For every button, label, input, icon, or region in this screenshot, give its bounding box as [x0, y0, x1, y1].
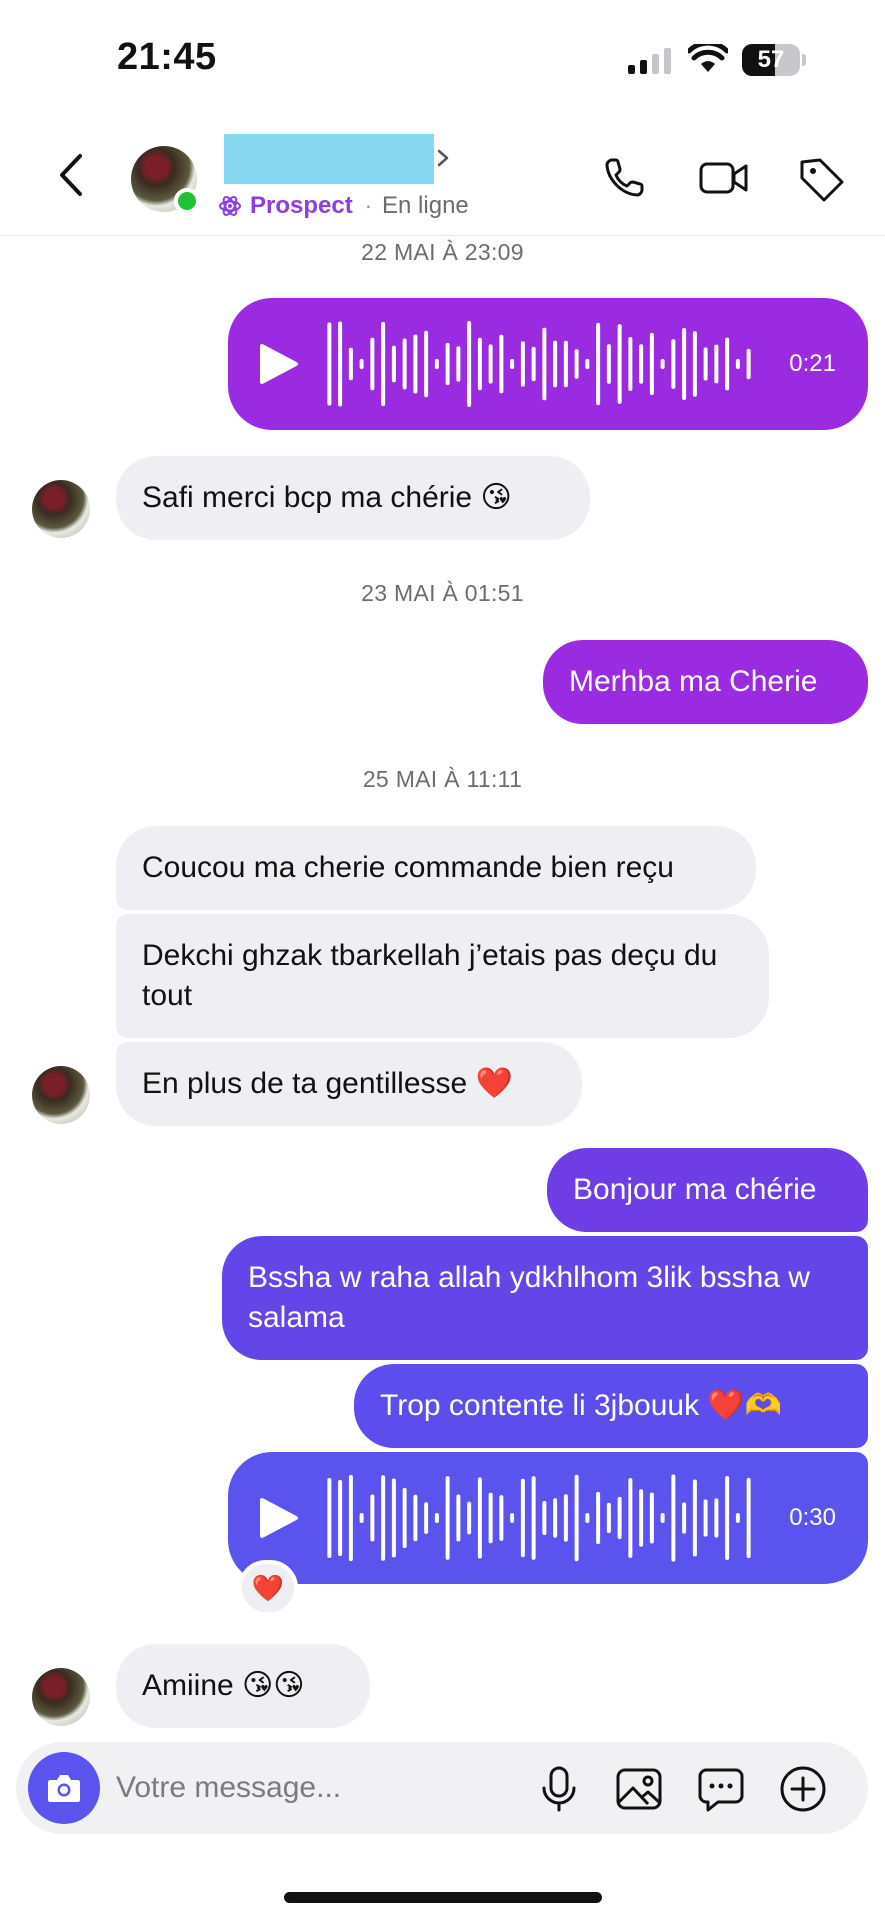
voice-message-outgoing[interactable]: 0:30 — [228, 1452, 868, 1584]
contact-name-redacted[interactable] — [224, 134, 434, 184]
tag-icon[interactable] — [796, 154, 848, 202]
message-incoming[interactable]: Amiine 😘😘 — [116, 1644, 370, 1728]
message-composer — [16, 1742, 868, 1834]
message-incoming[interactable]: Coucou ma cherie commande bien reçu — [116, 826, 756, 910]
message-outgoing[interactable]: Trop contente li 3jbouuk ❤️🫶 — [354, 1364, 868, 1448]
presence-status: En ligne — [382, 192, 469, 219]
message-incoming[interactable]: Dekchi ghzak tbarkellah j’etais pas deçu… — [116, 914, 769, 1038]
voice-duration: 0:30 — [789, 1504, 836, 1531]
message-input[interactable] — [116, 1764, 516, 1812]
contact-avatar-small[interactable] — [32, 1066, 90, 1124]
message-incoming[interactable]: En plus de ta gentillesse ❤️ — [116, 1042, 582, 1126]
clock: 21:45 — [117, 36, 217, 78]
timestamp: 25 MAI À 11:11 — [362, 766, 523, 792]
timestamp: 22 MAI À 23:09 — [361, 239, 524, 265]
contact-status-row: Prospect · En ligne — [218, 186, 469, 226]
message-list[interactable]: 22 MAI À 23:09 0:21 Safi merci bcp ma ch… — [0, 236, 885, 1736]
online-indicator — [174, 188, 200, 214]
phone-icon[interactable] — [600, 154, 652, 202]
plus-circle-icon[interactable] — [778, 1764, 828, 1814]
image-icon[interactable] — [614, 1764, 664, 1814]
camera-button[interactable] — [28, 1752, 100, 1824]
status-bar: 21:45 57 — [0, 0, 885, 110]
chevron-right-icon[interactable] — [436, 148, 450, 168]
timestamp: 23 MAI À 01:51 — [361, 580, 524, 606]
voice-message-outgoing[interactable]: 0:21 — [228, 298, 868, 430]
waveform[interactable] — [324, 1473, 754, 1563]
prospect-tag[interactable]: Prospect — [250, 192, 353, 220]
play-icon[interactable] — [258, 342, 298, 386]
home-indicator[interactable] — [284, 1892, 602, 1903]
play-icon[interactable] — [258, 1496, 298, 1540]
message-outgoing[interactable]: Bssha w raha allah ydkhlhom 3lik bssha w… — [222, 1236, 868, 1360]
message-outgoing[interactable]: Merhba ma Cherie — [543, 640, 868, 724]
separator: · — [364, 193, 373, 218]
message-outgoing[interactable]: Bonjour ma chérie — [547, 1148, 868, 1232]
contact-avatar-small[interactable] — [32, 480, 90, 538]
chat-header: Prospect · En ligne — [0, 110, 885, 236]
reaction-heart[interactable]: ❤️ — [238, 1560, 298, 1616]
waveform[interactable] — [324, 319, 754, 409]
chevron-left-icon[interactable] — [52, 150, 92, 200]
wifi-icon — [688, 44, 728, 72]
camera-icon[interactable] — [46, 1772, 82, 1804]
contact-avatar-small[interactable] — [32, 1668, 90, 1726]
battery-icon: 57 — [742, 44, 806, 76]
atom-icon — [219, 196, 241, 216]
battery-level: 57 — [757, 46, 785, 73]
video-camera-icon[interactable] — [698, 154, 750, 202]
chat-bubble-icon[interactable] — [696, 1764, 746, 1814]
microphone-icon[interactable] — [534, 1764, 584, 1814]
voice-duration: 0:21 — [789, 350, 836, 377]
cellular-signal-icon — [628, 48, 671, 74]
message-incoming[interactable]: Safi merci bcp ma chérie 😘 — [116, 456, 590, 540]
